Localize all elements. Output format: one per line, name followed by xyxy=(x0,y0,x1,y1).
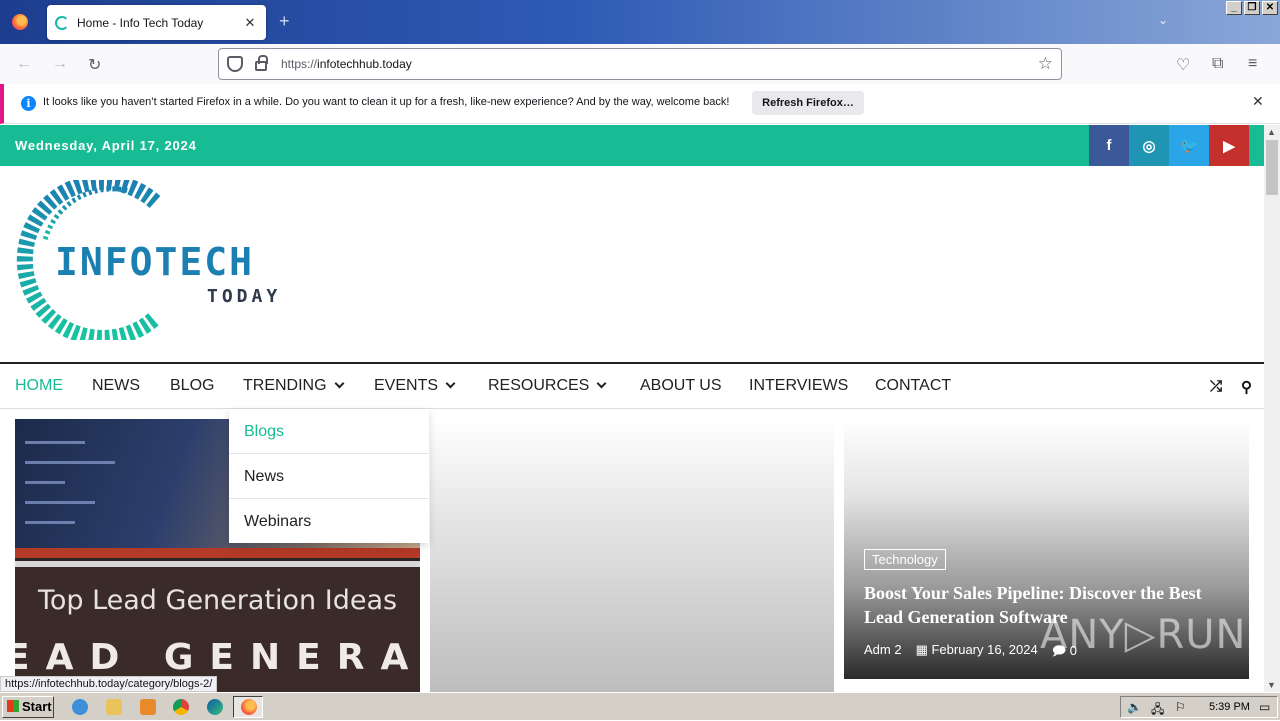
notification-text: It looks like you haven’t started Firefo… xyxy=(43,96,730,108)
url-scheme: https:// xyxy=(281,57,318,71)
firefox-icon xyxy=(12,14,28,30)
tab-title: Home - Info Tech Today xyxy=(77,15,204,30)
refresh-firefox-button[interactable]: Refresh Firefox… xyxy=(752,91,864,115)
menu-events[interactable]: EVENTS xyxy=(374,377,456,395)
card-banner: Top Lead Generation Ideas EAD GENERATIO xyxy=(15,567,420,692)
article-date: ▦ February 16, 2024 xyxy=(916,642,1038,664)
windows-taskbar: Start 🔈 🖧 ⚐ ▭ 5:39 PM xyxy=(0,692,1280,720)
edge-icon[interactable] xyxy=(207,699,223,715)
site-logo[interactable]: INFOTECH TODAY xyxy=(15,180,305,340)
scroll-thumb[interactable] xyxy=(1266,140,1278,195)
instagram-icon[interactable]: ◎ xyxy=(1129,125,1169,166)
close-window-button[interactable]: ✕ xyxy=(1262,1,1278,15)
pocket-icon[interactable]: ♡ xyxy=(1176,55,1190,75)
shuffle-icon[interactable]: ⤮ xyxy=(1210,378,1222,395)
featured-card-placeholder[interactable] xyxy=(430,419,834,692)
tracking-protection-icon[interactable] xyxy=(227,56,243,72)
notification-close-icon[interactable]: ✕ xyxy=(1252,93,1264,110)
calendar-icon: ▦ xyxy=(915,642,932,657)
windows-flag-icon xyxy=(7,700,19,712)
taskbar-clock[interactable]: 5:39 PM xyxy=(1209,701,1250,713)
firefox-menu-button[interactable] xyxy=(0,0,40,44)
firefox-taskbar-button[interactable] xyxy=(233,696,263,718)
menu-home[interactable]: HOME xyxy=(15,377,63,395)
search-icon[interactable]: ⚲ xyxy=(1241,378,1252,396)
dropdown-item-blogs[interactable]: Blogs xyxy=(229,409,429,454)
main-menu: HOME NEWS BLOG TRENDING EVENTS RESOURCES… xyxy=(0,362,1264,409)
card-image-band xyxy=(15,548,420,558)
system-tray: 🔈 🖧 ⚐ ▭ xyxy=(1120,696,1278,718)
article-author[interactable]: Adm 2 xyxy=(864,642,902,664)
tab-close-icon[interactable]: ✕ xyxy=(242,15,258,31)
scroll-down-icon[interactable]: ▼ xyxy=(1267,680,1276,690)
trending-dropdown: Blogs News Webinars xyxy=(229,409,429,543)
chrome-icon[interactable] xyxy=(173,699,189,715)
bookmark-star-icon[interactable]: ☆ xyxy=(1038,54,1053,74)
minimize-button[interactable]: _ xyxy=(1226,1,1242,15)
start-label: Start xyxy=(22,699,52,714)
url-text[interactable]: https://infotechhub.today xyxy=(281,57,1038,71)
menu-trending-label: TRENDING xyxy=(243,377,327,394)
category-tag[interactable]: Technology xyxy=(864,549,946,570)
current-date: Wednesday, April 17, 2024 xyxy=(15,138,197,153)
extensions-icon[interactable]: ⧉ xyxy=(1212,55,1223,73)
back-icon[interactable]: ← xyxy=(16,55,32,73)
article-date-text: February 16, 2024 xyxy=(931,642,1038,657)
internet-explorer-icon[interactable] xyxy=(72,699,88,715)
menu-news[interactable]: NEWS xyxy=(92,377,140,395)
chevron-down-icon xyxy=(596,378,607,389)
scroll-up-icon[interactable]: ▲ xyxy=(1267,127,1276,137)
menu-interviews[interactable]: INTERVIEWS xyxy=(749,377,848,395)
card-banner-big-text: EAD GENERATIO xyxy=(15,637,420,678)
firefox-refresh-notification: i It looks like you haven’t started Fire… xyxy=(0,84,1280,124)
page-content: Wednesday, April 17, 2024 f ◎ 🐦 ▶ INFOTE… xyxy=(0,125,1264,692)
file-explorer-icon[interactable] xyxy=(106,699,122,715)
card-banner-title: Top Lead Generation Ideas xyxy=(37,585,398,616)
link-status-url: https://infotechhub.today/category/blogs… xyxy=(0,676,218,692)
info-icon: i xyxy=(21,96,36,111)
menu-about[interactable]: ABOUT US xyxy=(640,377,722,395)
tab-home[interactable]: Home - Info Tech Today ✕ xyxy=(47,5,266,40)
url-bar[interactable]: https://infotechhub.today ☆ xyxy=(218,48,1062,80)
new-tab-icon[interactable]: + xyxy=(279,12,290,30)
media-player-icon[interactable] xyxy=(140,699,156,715)
forward-icon[interactable]: → xyxy=(52,55,68,73)
volume-icon[interactable]: 🔈 xyxy=(1127,700,1142,714)
reload-icon[interactable]: ↻ xyxy=(88,55,101,75)
dropdown-item-webinars[interactable]: Webinars xyxy=(229,499,429,544)
logo-title: INFOTECH xyxy=(55,240,255,284)
navigation-toolbar: ← → ↻ https://infotechhub.today ☆ ♡ ⧉ ≡ xyxy=(0,44,1280,84)
menu-trending[interactable]: TRENDING xyxy=(243,377,345,395)
restore-button[interactable]: ❐ xyxy=(1244,1,1260,15)
logo-subtitle: TODAY xyxy=(207,286,282,307)
url-host: infotechhub.today xyxy=(317,57,412,71)
list-all-tabs-icon[interactable]: ⌄ xyxy=(1158,13,1168,27)
menu-blog[interactable]: BLOG xyxy=(170,377,214,395)
menu-events-label: EVENTS xyxy=(374,377,439,394)
menu-contact[interactable]: CONTACT xyxy=(875,377,951,395)
youtube-icon[interactable]: ▶ xyxy=(1209,125,1249,166)
show-desktop-icon[interactable]: ▭ xyxy=(1259,700,1270,714)
facebook-icon[interactable]: f xyxy=(1089,125,1129,166)
menu-resources[interactable]: RESOURCES xyxy=(488,377,607,395)
network-icon[interactable]: 🖧 xyxy=(1151,700,1164,721)
chevron-down-icon xyxy=(334,378,345,389)
page-scrollbar[interactable]: ▲ ▼ xyxy=(1264,125,1280,692)
browser-titlebar: Home - Info Tech Today ✕ + ⌄ _ ❐ ✕ xyxy=(0,0,1280,44)
chevron-down-icon xyxy=(445,378,456,389)
dropdown-item-news[interactable]: News xyxy=(229,454,429,499)
twitter-icon[interactable]: 🐦 xyxy=(1169,125,1209,166)
app-menu-icon[interactable]: ≡ xyxy=(1248,55,1257,73)
menu-resources-label: RESOURCES xyxy=(488,377,590,394)
top-strip: Wednesday, April 17, 2024 f ◎ 🐦 ▶ xyxy=(0,125,1264,166)
start-button[interactable]: Start xyxy=(2,696,54,718)
watermark: ANY▷RUN xyxy=(1040,612,1247,658)
firefox-icon xyxy=(241,699,257,715)
action-center-flag-icon[interactable]: ⚐ xyxy=(1175,700,1186,714)
site-favicon-icon xyxy=(55,15,69,30)
lock-icon[interactable] xyxy=(255,55,268,71)
